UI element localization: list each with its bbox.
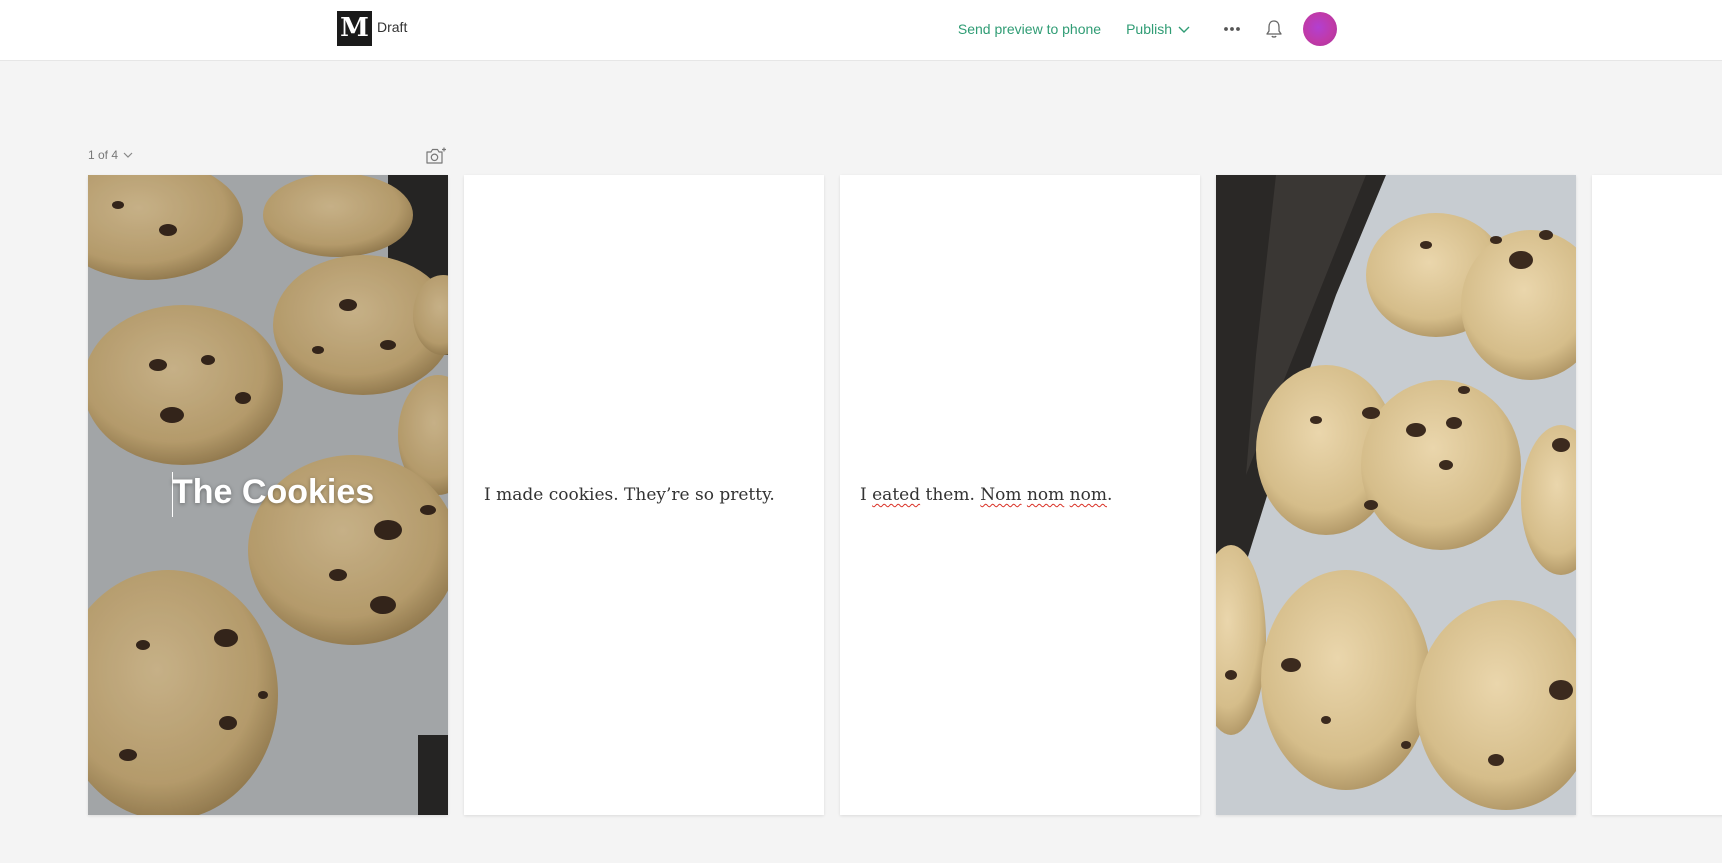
cookies-photo (1216, 175, 1576, 815)
story-title[interactable]: The Cookies (172, 473, 374, 512)
medium-logo[interactable]: M (337, 11, 372, 46)
story-card-4[interactable] (1216, 175, 1576, 815)
slide-counter-label: 1 of 4 (88, 148, 119, 162)
text-segment: . (1106, 485, 1113, 505)
slide-counter-dropdown[interactable]: 1 of 4 (88, 148, 133, 162)
more-options-icon[interactable] (1220, 17, 1244, 41)
story-card-text[interactable]: I eated them. Nom nom nom. (860, 485, 1112, 505)
top-actions: Send preview to phone Publish (958, 12, 1337, 46)
story-card-text[interactable]: I made cookies. They’re so pretty. (484, 485, 775, 505)
story-card-5[interactable] (1592, 175, 1722, 815)
publish-label: Publish (1126, 21, 1172, 37)
chevron-down-icon (1178, 21, 1190, 37)
story-card-2[interactable]: I made cookies. They’re so pretty. (464, 175, 824, 815)
misspelled-word[interactable]: nom (1027, 485, 1064, 505)
story-card-1[interactable]: The Cookies (88, 175, 448, 815)
misspelled-word[interactable]: nom (1070, 485, 1107, 505)
misspelled-word[interactable]: eated (872, 485, 920, 505)
add-image-camera-icon[interactable] (425, 146, 447, 166)
send-preview-button[interactable]: Send preview to phone (958, 21, 1101, 37)
text-segment: them. (920, 485, 981, 505)
story-card-3[interactable]: I eated them. Nom nom nom. (840, 175, 1200, 815)
publish-button[interactable]: Publish (1126, 21, 1190, 37)
text-segment: I (860, 485, 873, 505)
top-bar: M Draft Send preview to phone Publish (0, 0, 1722, 61)
user-avatar[interactable] (1303, 12, 1337, 46)
notification-bell-icon[interactable] (1262, 17, 1286, 41)
chevron-down-icon (123, 148, 133, 162)
draft-status-label: Draft (377, 19, 408, 35)
misspelled-word[interactable]: Nom (980, 485, 1021, 505)
